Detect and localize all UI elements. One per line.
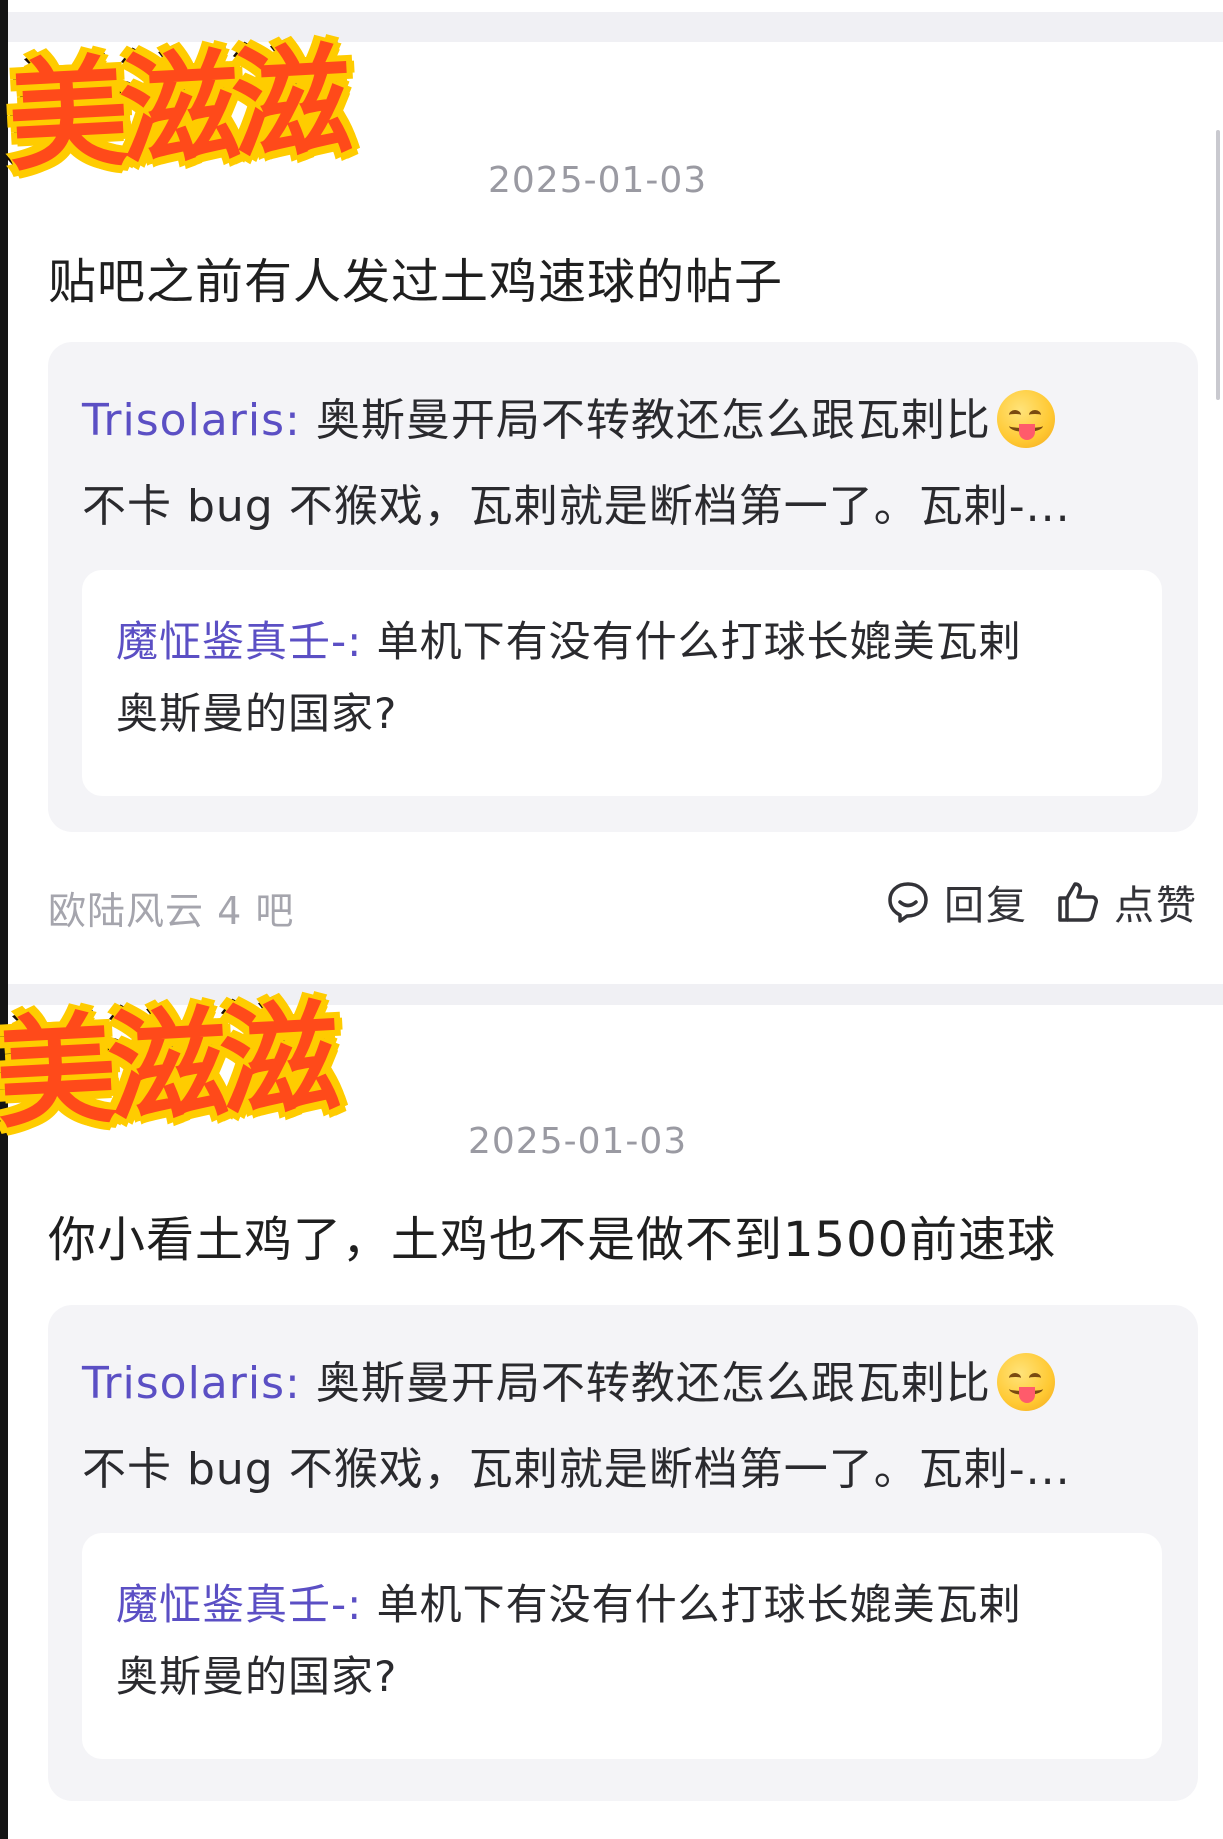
comment-card[interactable]: 美滋滋 2025-01-03 你小看土鸡了，土鸡也不是做不到1500前速球 Tr…	[0, 984, 1223, 1839]
quote-text: 奥斯曼开局不转教还怎么跟瓦剌比	[300, 1358, 991, 1409]
smile-emoji-icon	[996, 1353, 1055, 1411]
quote-line-1: Trisolaris: 奥斯曼开局不转教还怎么跟瓦剌比	[82, 384, 1055, 452]
quote-username[interactable]: Trisolaris:	[82, 395, 301, 446]
quote-line-2: 不卡 bug 不猴戏，瓦剌就是断档第一了。瓦剌-...	[82, 1444, 1071, 1495]
nested-quote-username[interactable]: 魔怔鉴真壬-:	[116, 1580, 362, 1629]
nested-quote-username[interactable]: 魔怔鉴真壬-:	[116, 617, 362, 666]
user-avatar-sticker[interactable]: 美滋滋	[2, 27, 351, 191]
nested-quote-box[interactable]: 魔怔鉴真壬-: 单机下有没有什么打球长媲美瓦剌 奥斯曼的国家?	[82, 1533, 1162, 1759]
quoted-reply-box[interactable]: Trisolaris: 奥斯曼开局不转教还怎么跟瓦剌比 不卡 bug 不猴戏，瓦…	[48, 342, 1198, 832]
forum-name-link[interactable]: 欧陆风云 4 吧	[48, 880, 294, 935]
left-edge-bar	[0, 0, 8, 1839]
scrollbar[interactable]	[1216, 130, 1220, 400]
like-label: 点赞	[1114, 883, 1198, 929]
reply-button[interactable]: 回复	[886, 872, 1028, 932]
nested-quote-line-1: 魔怔鉴真壬-: 单机下有没有什么打球长媲美瓦剌	[116, 1571, 1022, 1632]
comment-icon	[888, 882, 928, 923]
nested-quote-line-1: 魔怔鉴真壬-: 单机下有没有什么打球长媲美瓦剌	[116, 608, 1022, 669]
nested-quote-box[interactable]: 魔怔鉴真壬-: 单机下有没有什么打球长媲美瓦剌 奥斯曼的国家?	[82, 570, 1162, 796]
quoted-reply-box[interactable]: Trisolaris: 奥斯曼开局不转教还怎么跟瓦剌比 不卡 bug 不猴戏，瓦…	[48, 1305, 1198, 1801]
user-avatar-sticker[interactable]: 美滋滋	[0, 984, 338, 1148]
nested-quote-text: 单机下有没有什么打球长媲美瓦剌	[362, 617, 1022, 666]
comment-date: 2025-01-03	[488, 160, 708, 201]
nested-quote-line-2: 奥斯曼的国家?	[116, 1652, 398, 1701]
smile-emoji-icon	[996, 390, 1055, 448]
quote-username[interactable]: Trisolaris:	[82, 1358, 301, 1409]
previous-card-edge	[8, 0, 1223, 12]
comment-text: 贴吧之前有人发过土鸡速球的帖子	[48, 254, 784, 310]
comment-footer: 欧陆风云 4 吧 回复 点赞	[48, 872, 1198, 935]
comment-text: 你小看土鸡了，土鸡也不是做不到1500前速球	[48, 1212, 1057, 1268]
quote-line-1: Trisolaris: 奥斯曼开局不转教还怎么跟瓦剌比	[82, 1347, 1055, 1415]
thumbs-up-icon	[1058, 882, 1098, 922]
reply-label: 回复	[944, 883, 1028, 929]
nested-quote-line-2: 奥斯曼的国家?	[116, 689, 398, 738]
like-button[interactable]: 点赞	[1056, 872, 1198, 932]
quote-text: 奥斯曼开局不转教还怎么跟瓦剌比	[300, 395, 991, 446]
comment-card[interactable]: 美滋滋 2025-01-03 贴吧之前有人发过土鸡速球的帖子 Trisolari…	[2, 27, 1223, 984]
quote-line-2: 不卡 bug 不猴戏，瓦剌就是断档第一了。瓦剌-...	[82, 481, 1071, 532]
comment-date: 2025-01-03	[468, 1121, 688, 1162]
nested-quote-text: 单机下有没有什么打球长媲美瓦剌	[362, 1580, 1022, 1629]
